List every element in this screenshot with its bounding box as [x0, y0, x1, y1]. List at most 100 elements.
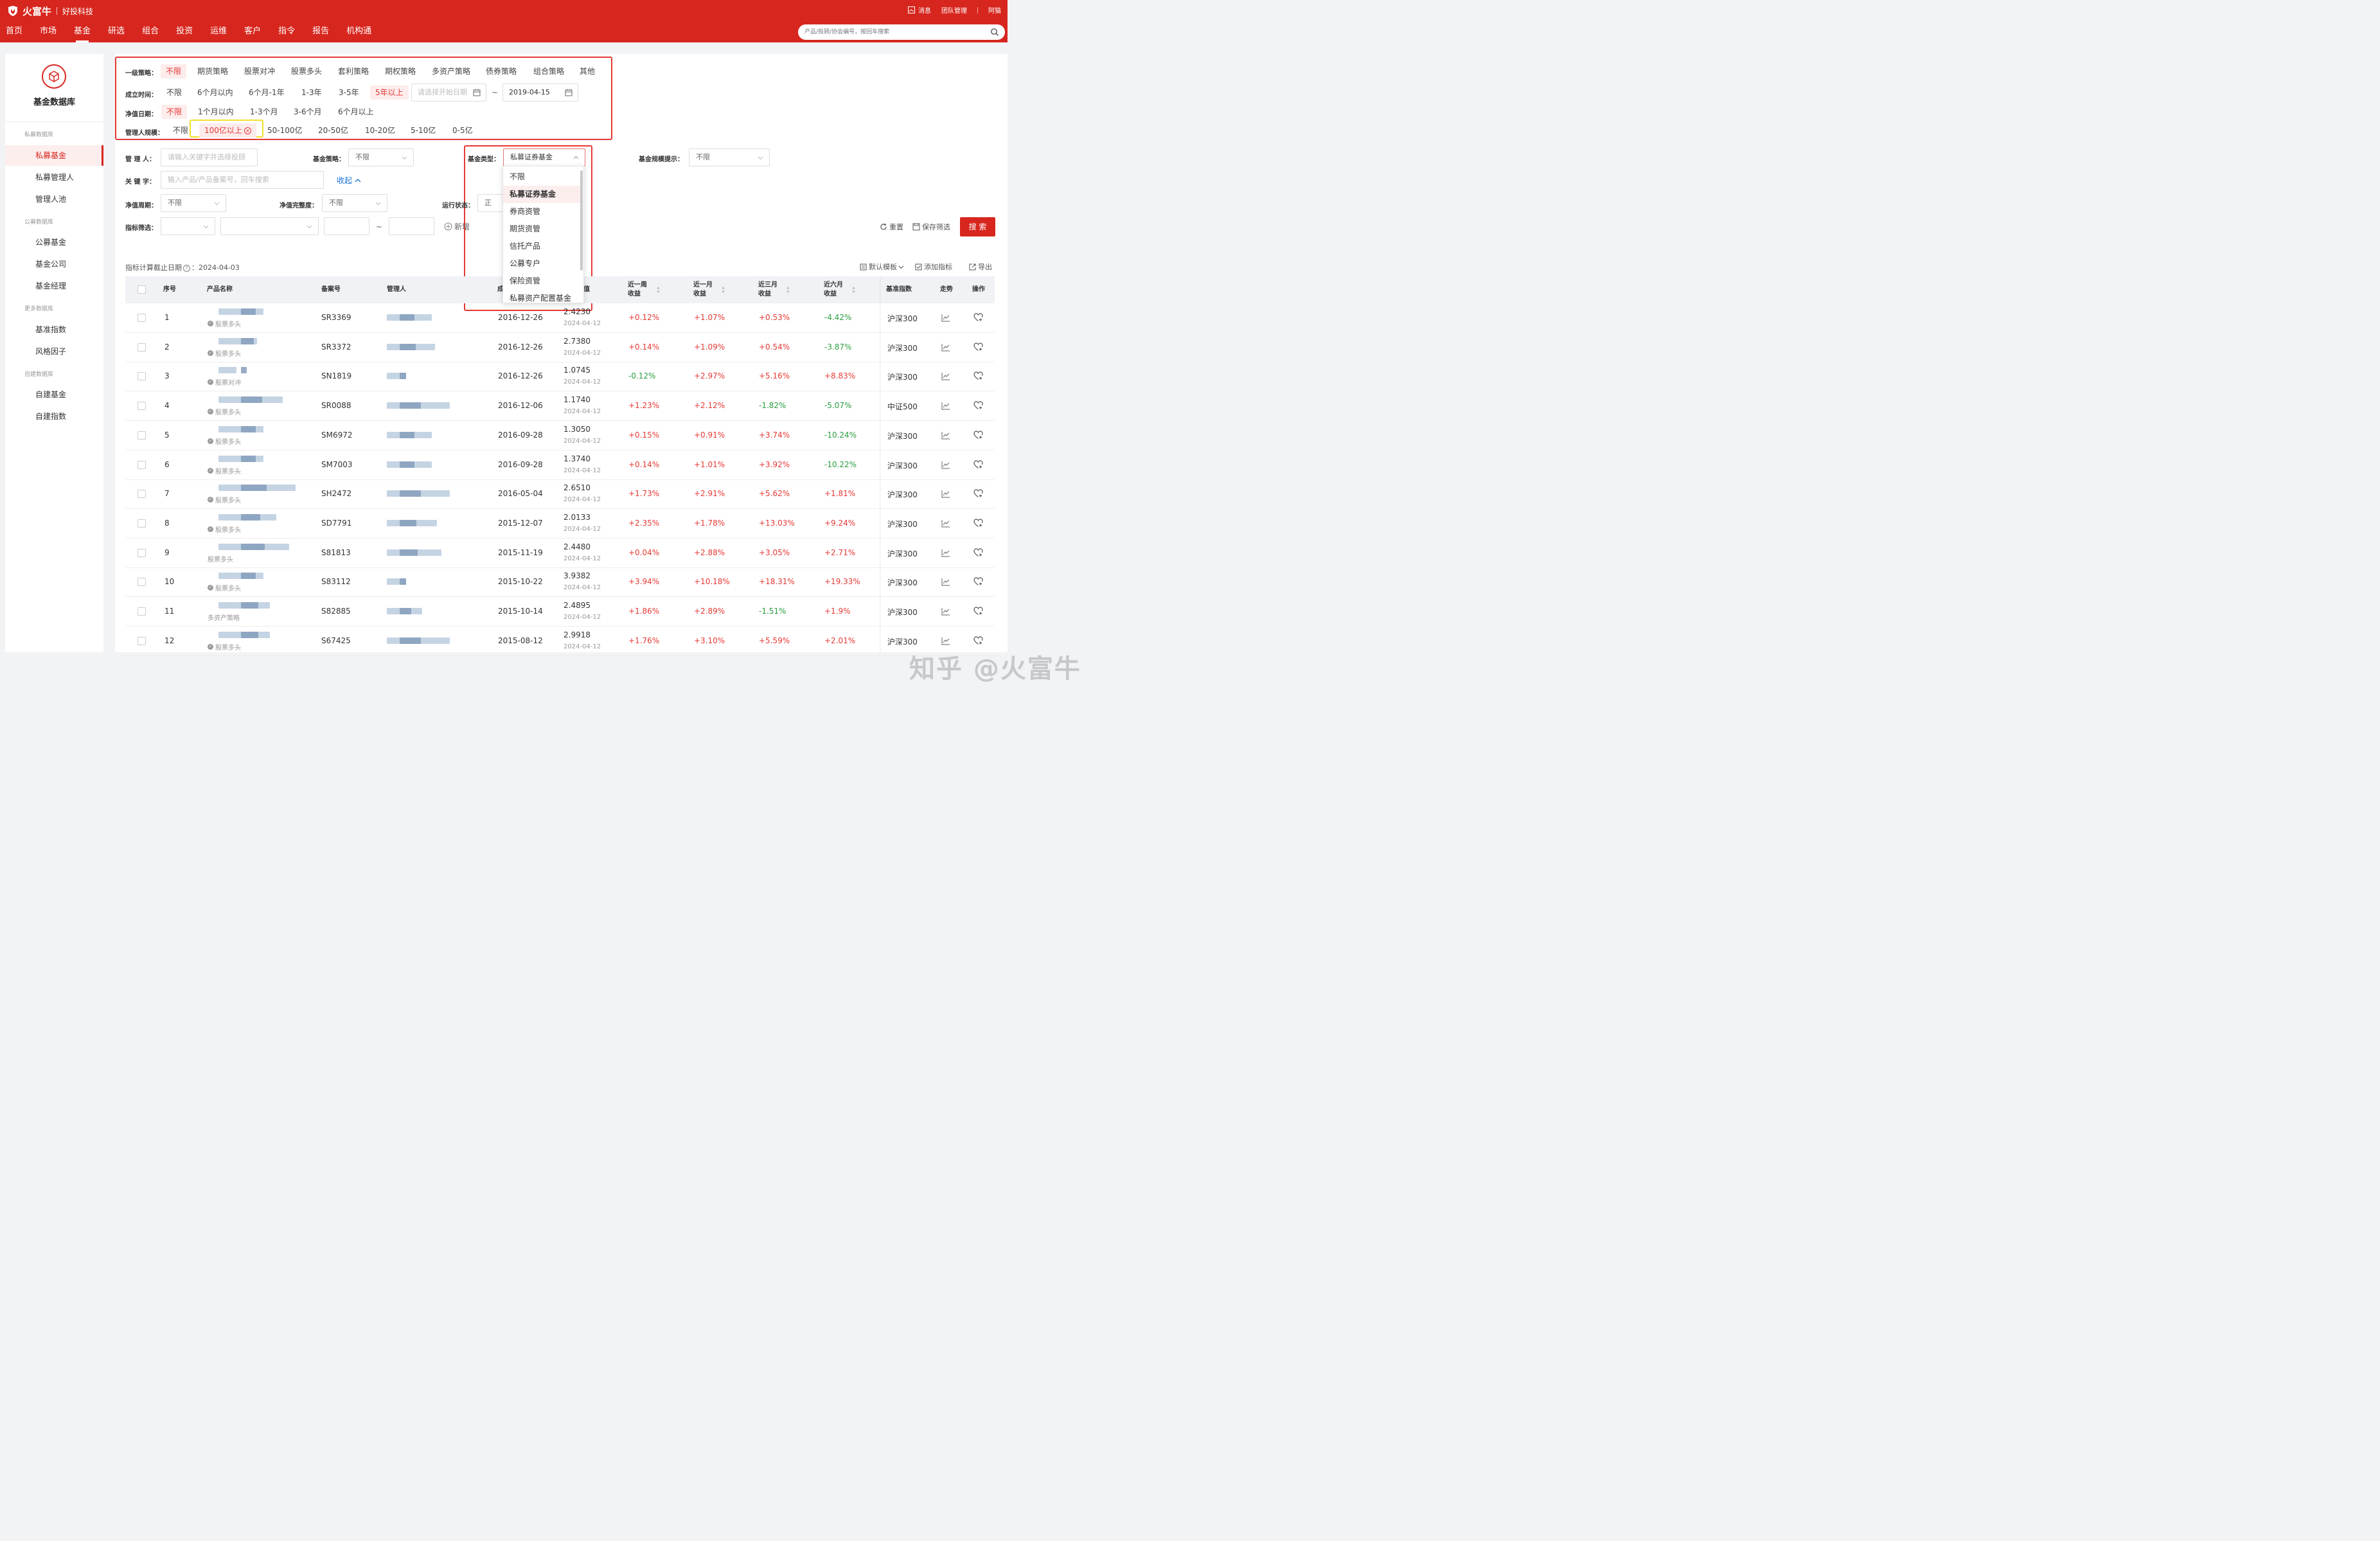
favorite-heart-icon[interactable] — [973, 548, 983, 557]
redacted-product-name[interactable] — [218, 367, 236, 373]
inception-option-6m-1y[interactable]: 6个月-1年 — [244, 85, 290, 100]
table-row[interactable]: 9 股票多头 S81813 2015-11-19 2.4480 2024-04-12 +0.… — [125, 539, 995, 568]
row-checkbox[interactable] — [138, 578, 146, 586]
trend-chart-icon[interactable] — [941, 519, 950, 528]
nav-home[interactable]: 首页 — [0, 23, 28, 42]
nav-order[interactable]: 指令 — [272, 23, 301, 42]
manager-scale-option-5-10b[interactable]: 5-10亿 — [405, 123, 441, 138]
manager-scale-option-100b[interactable]: 100亿以上 × — [199, 123, 256, 138]
row-checkbox[interactable] — [138, 372, 146, 380]
nav-date-option-6m-plus[interactable]: 6个月以上 — [333, 105, 379, 119]
table-row[interactable]: 5 ✓ 股票多头 SM6972 2016-09-28 1.3050 2024-04-12 +0… — [125, 421, 995, 450]
fund-type-option-futures-am[interactable]: 期货资管 — [503, 220, 582, 238]
inception-option-1-3y[interactable]: 1-3年 — [296, 85, 327, 100]
scale-hint-select[interactable]: 不限 — [689, 148, 770, 166]
dropdown-scrollbar[interactable] — [580, 170, 583, 271]
inception-start-date-input[interactable]: 请选择开始日期 — [411, 84, 486, 102]
sort-icon[interactable] — [721, 286, 725, 294]
fund-type-option-insurance-am[interactable]: 保险资管 — [503, 272, 582, 290]
favorite-heart-icon[interactable] — [973, 519, 983, 528]
row-checkbox[interactable] — [138, 549, 146, 557]
strategy-option-combo[interactable]: 组合策略 — [528, 64, 569, 78]
nav-date-option-3-6m[interactable]: 3-6个月 — [289, 105, 327, 119]
manager-scale-option-20-50b[interactable]: 20-50亿 — [313, 123, 353, 138]
fund-type-option-trust[interactable]: 信托产品 — [503, 238, 582, 255]
strategy-option-equity-long[interactable]: 股票多头 — [286, 64, 327, 78]
collapse-toggle[interactable]: 收起 — [337, 175, 361, 186]
header-return-1w[interactable]: 近一周 收益 — [628, 281, 647, 299]
favorite-heart-icon[interactable] — [973, 636, 983, 645]
table-row[interactable]: 3 ✓ 股票对冲 SN1819 2016-12-26 1.0745 2024-04-12 -0… — [125, 362, 995, 391]
messages-link[interactable]: 消息 — [918, 5, 931, 15]
row-checkbox[interactable] — [138, 431, 146, 440]
sidebar-item-custom-fund[interactable]: 自建基金 — [5, 384, 103, 405]
manager-scale-option-0-5b[interactable]: 0-5亿 — [447, 123, 478, 138]
sidebar-item-fund-manager[interactable]: 基金经理 — [5, 276, 103, 296]
favorite-heart-icon[interactable] — [973, 489, 983, 498]
sidebar-item-custom-index[interactable]: 自建指数 — [5, 406, 103, 427]
table-row[interactable]: 12 ✓ 股票多头 S67425 2015-08-12 2.9918 2024-04-12 +… — [125, 627, 995, 656]
export-button[interactable]: 导出 — [969, 262, 992, 272]
row-checkbox[interactable] — [138, 519, 146, 528]
fund-strategy-select[interactable]: 不限 — [348, 148, 414, 166]
nav-research[interactable]: 研选 — [102, 23, 130, 42]
trend-chart-icon[interactable] — [941, 372, 950, 380]
brand[interactable]: 火富牛 好投科技 — [6, 4, 93, 18]
inception-option-any[interactable]: 不限 — [161, 85, 187, 100]
trend-chart-icon[interactable] — [941, 343, 950, 352]
fund-type-option-private-securities[interactable]: 私募证券基金 — [503, 186, 582, 203]
fund-type-option-public-special[interactable]: 公募专户 — [503, 255, 582, 272]
run-status-select[interactable]: 正常运 — [477, 194, 503, 212]
trend-chart-icon[interactable] — [941, 637, 950, 645]
table-row[interactable]: 6 ✓ 股票多头 SM7003 2016-09-28 1.3740 2024-04-12 +0… — [125, 450, 995, 480]
favorite-heart-icon[interactable] — [973, 431, 983, 440]
row-checkbox[interactable] — [138, 637, 146, 645]
nav-client[interactable]: 客户 — [238, 23, 267, 42]
strategy-option-equity-hedge[interactable]: 股票对冲 — [239, 64, 280, 78]
strategy-option-multi-asset[interactable]: 多资产策略 — [427, 64, 475, 78]
fund-type-option-asset-allocation[interactable]: 私募资产配置基金 — [503, 290, 582, 307]
sidebar-item-fund-company[interactable]: 基金公司 — [5, 254, 103, 274]
nav-fund[interactable]: 基金 — [68, 23, 96, 42]
sidebar-item-style-factor[interactable]: 风格因子 — [5, 341, 103, 362]
sidebar-item-benchmark[interactable]: 基准指数 — [5, 319, 103, 340]
indicator-select[interactable] — [220, 217, 319, 235]
row-checkbox[interactable] — [138, 607, 146, 616]
trend-chart-icon[interactable] — [941, 607, 950, 616]
inception-option-3-5y[interactable]: 3-5年 — [333, 85, 364, 100]
strategy-option-bond[interactable]: 债券策略 — [481, 64, 522, 78]
strategy-option-other[interactable]: 其他 — [574, 64, 600, 78]
favorite-heart-icon[interactable] — [973, 313, 983, 322]
inception-option-5y-plus[interactable]: 5年以上 — [370, 85, 409, 100]
trend-chart-icon[interactable] — [941, 549, 950, 557]
save-filter-button[interactable]: 保存筛选 — [912, 222, 950, 232]
table-row[interactable]: 1 ✓ 股票多头 SR3369 2016-12-26 2.4230 2024-04-12 +0… — [125, 303, 995, 333]
trend-chart-icon[interactable] — [941, 578, 950, 586]
row-checkbox[interactable] — [138, 490, 146, 498]
search-icon[interactable] — [990, 28, 999, 37]
inception-end-date-input[interactable]: 2019-04-15 — [502, 84, 578, 102]
help-icon[interactable]: ? — [183, 265, 190, 272]
sort-icon[interactable] — [786, 286, 790, 294]
favorite-heart-icon[interactable] — [973, 343, 983, 352]
nav-date-option-1-3m[interactable]: 1-3个月 — [245, 105, 283, 119]
trend-chart-icon[interactable] — [941, 490, 950, 498]
sidebar-item-private-fund[interactable]: 私募基金 — [5, 145, 103, 166]
row-checkbox[interactable] — [138, 343, 146, 352]
favorite-heart-icon[interactable] — [973, 607, 983, 616]
header-nav[interactable]: 值 — [583, 285, 590, 294]
indicator-category-select[interactable] — [161, 217, 215, 235]
header-return-3m[interactable]: 近三月 收益 — [758, 281, 777, 299]
header-return-1m[interactable]: 近一月 收益 — [693, 281, 713, 299]
manager-input[interactable]: 请输入关键字并选择投顾 — [161, 148, 258, 166]
keyword-input[interactable]: 输入产品/产品备案号，回车搜索 — [161, 171, 324, 189]
nav-institution[interactable]: 机构通 — [341, 23, 377, 42]
nav-portfolio[interactable]: 组合 — [136, 23, 164, 42]
fund-type-option-any[interactable]: 不限 — [503, 168, 582, 186]
table-row[interactable]: 11 多资产策略 S82885 2015-10-14 2.4895 2024-04-12 +… — [125, 597, 995, 627]
user-name[interactable]: 阿猫 — [988, 5, 1001, 15]
inception-option-6m[interactable]: 6个月以内 — [192, 85, 238, 100]
favorite-heart-icon[interactable] — [973, 460, 983, 469]
trend-chart-icon[interactable] — [941, 461, 950, 469]
trend-chart-icon[interactable] — [941, 402, 950, 410]
